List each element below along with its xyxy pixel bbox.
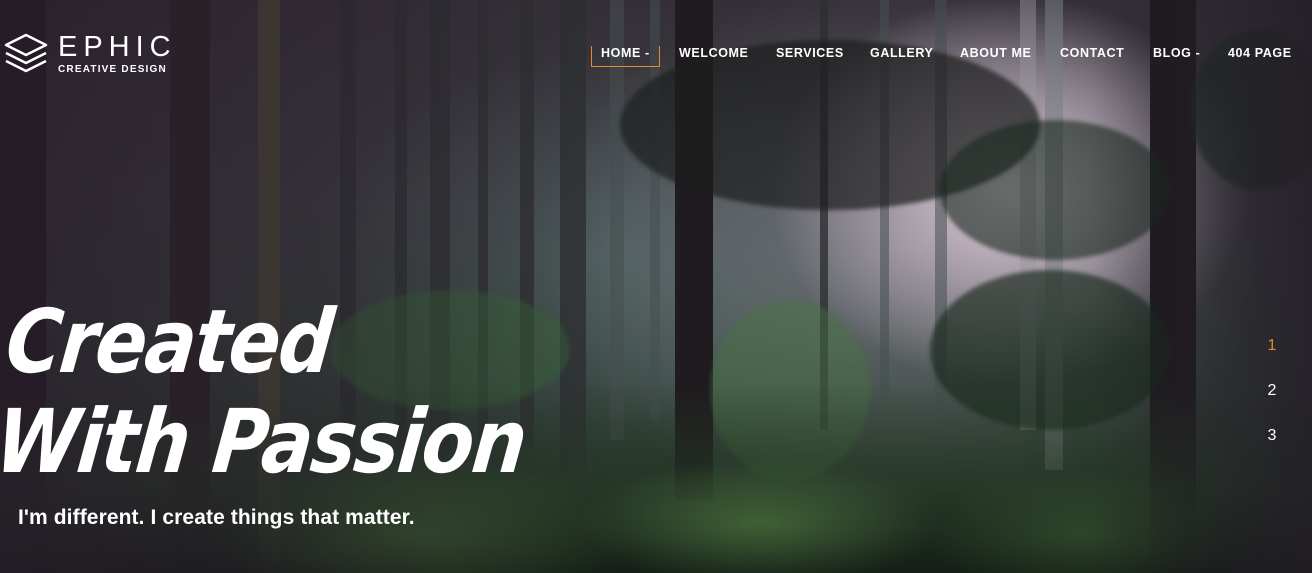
nav-item-services[interactable]: SERVICES <box>776 46 844 60</box>
brand-logo[interactable]: EPHIC CREATIVE DESIGN <box>4 33 177 75</box>
hero-subtitle: I'm different. I create things that matt… <box>18 506 415 529</box>
slide-dot-2[interactable]: 2 <box>1262 380 1282 425</box>
main-nav: HOME - WELCOME SERVICES GALLERY ABOUT ME… <box>591 46 1312 70</box>
slide-dot-3[interactable]: 3 <box>1262 425 1282 470</box>
nav-item-gallery[interactable]: GALLERY <box>870 46 933 60</box>
nav-item-contact[interactable]: CONTACT <box>1060 46 1124 60</box>
nav-item-blog[interactable]: BLOG - <box>1153 46 1200 60</box>
nav-item-about-me[interactable]: ABOUT ME <box>960 46 1031 60</box>
slide-dot-1[interactable]: 1 <box>1262 335 1282 380</box>
hero-title-line-1: Created <box>1 290 338 393</box>
nav-item-404-page[interactable]: 404 PAGE <box>1228 46 1292 60</box>
hero-title-line-2: With Passion <box>0 390 531 493</box>
hero-title: Created With Passion <box>0 290 541 493</box>
slide-pager: 1 2 3 <box>1262 335 1282 470</box>
nav-item-home[interactable]: HOME - <box>591 46 660 67</box>
brand-tagline: CREATIVE DESIGN <box>58 64 167 75</box>
nav-item-welcome[interactable]: WELCOME <box>679 46 748 60</box>
layers-icon <box>4 33 48 73</box>
brand-name: EPHIC <box>58 31 177 63</box>
